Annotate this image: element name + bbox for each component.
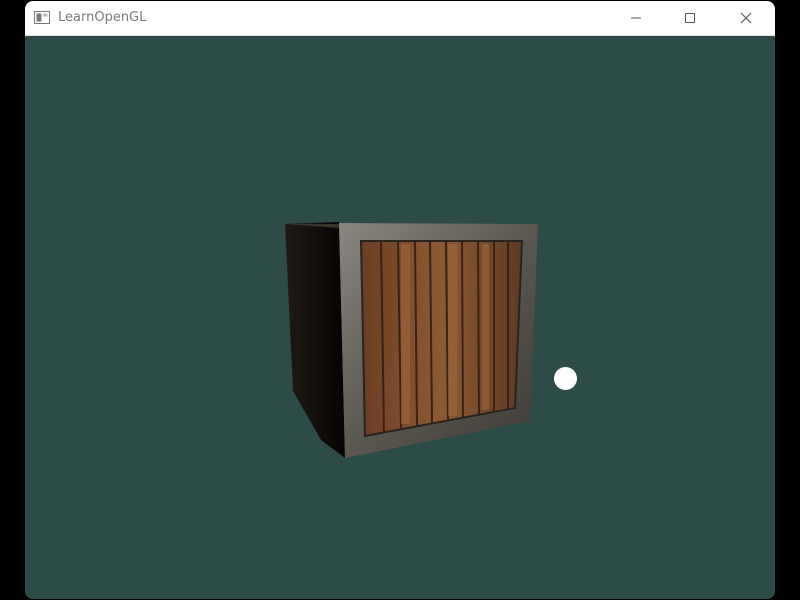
minimize-icon bbox=[630, 12, 642, 24]
crate-left-face bbox=[285, 222, 345, 458]
crate-wood-panel bbox=[361, 241, 522, 436]
window-title: LearnOpenGL bbox=[58, 10, 147, 25]
gl-viewport[interactable] bbox=[25, 36, 775, 599]
title-bar[interactable]: LearnOpenGL bbox=[25, 1, 775, 36]
close-icon bbox=[740, 12, 752, 24]
maximize-button[interactable] bbox=[667, 1, 713, 35]
close-button[interactable] bbox=[723, 1, 769, 35]
maximize-icon bbox=[684, 12, 696, 24]
app-window: LearnOpenGL bbox=[25, 1, 775, 599]
light-source bbox=[554, 367, 577, 390]
crate-scene bbox=[285, 222, 538, 458]
minimize-button[interactable] bbox=[613, 1, 659, 35]
app-window-icon bbox=[34, 11, 50, 24]
